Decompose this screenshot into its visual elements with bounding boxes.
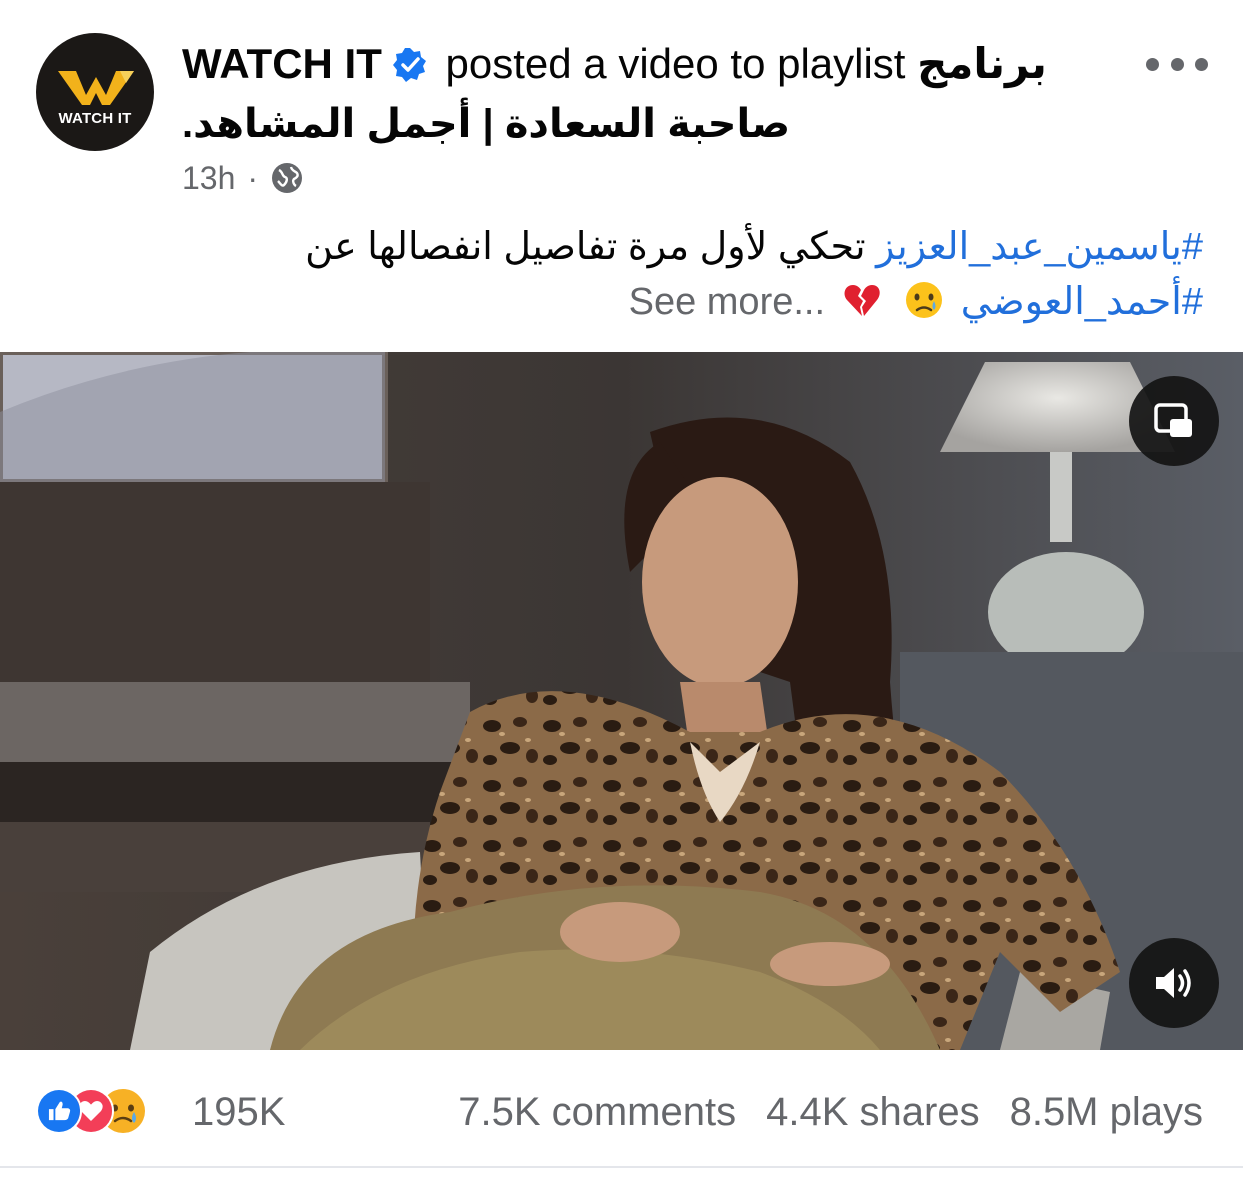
hashtag-link[interactable]: #أحمد_العوضي xyxy=(961,281,1203,323)
meta-separator: · xyxy=(247,159,259,196)
plays-count: 8.5M plays xyxy=(1009,1090,1203,1134)
hashtag-link[interactable]: #ياسمين_عبد_العزيز xyxy=(876,226,1203,268)
reactions-count[interactable]: 195K xyxy=(192,1086,285,1138)
globe-icon[interactable] xyxy=(270,161,304,195)
more-options-button[interactable] xyxy=(1146,48,1208,80)
playlist-link-part2[interactable]: صاحبة السعادة | أجمل المشاهد. xyxy=(182,98,882,150)
more-horizontal-icon xyxy=(1146,57,1159,71)
caption-line-2: #أحمد_العوضي See more... xyxy=(103,277,1203,327)
speaker-volume-icon xyxy=(1156,968,1191,998)
engagement-counts: 7.5K comments 4.4K shares 8.5M plays xyxy=(458,1086,1203,1138)
sound-button[interactable] xyxy=(1129,938,1219,1028)
caption-text: تحكي لأول مرة تفاصيل انفصالها عن xyxy=(305,226,866,268)
like-reaction-icon xyxy=(36,1088,82,1134)
post-meta: 13h · xyxy=(182,158,304,198)
playlist-link-part1[interactable]: برنامج xyxy=(917,40,1047,87)
page-name-link[interactable]: WATCH IT xyxy=(182,40,382,87)
caption-line-1: #ياسمين_عبد_العزيز تحكي لأول مرة تفاصيل … xyxy=(103,222,1203,272)
video-frame xyxy=(0,352,1243,1050)
engagement-bar: 195K 7.5K comments 4.4K shares 8.5M play… xyxy=(0,1050,1243,1168)
post-header: WATCH IT WATCH IT posted a video to play… xyxy=(0,0,1243,200)
post-title-line: WATCH IT posted a video to playlist برنا… xyxy=(182,38,1122,90)
shares-count[interactable]: 4.4K shares xyxy=(766,1086,979,1138)
page-avatar[interactable]: WATCH IT xyxy=(36,33,154,151)
avatar-label: WATCH IT xyxy=(58,110,132,127)
verified-badge-icon xyxy=(392,48,426,82)
picture-in-picture-button[interactable] xyxy=(1129,376,1219,466)
picture-in-picture-icon xyxy=(1154,403,1192,437)
post-timestamp[interactable]: 13h xyxy=(182,160,235,197)
reaction-icons[interactable] xyxy=(36,1088,186,1136)
watch-it-logo-icon xyxy=(58,71,134,105)
broken-heart-emoji xyxy=(844,285,880,316)
crying-face-emoji xyxy=(906,282,943,318)
video-player[interactable] xyxy=(0,352,1243,1050)
see-more-link[interactable]: See more... xyxy=(629,281,825,323)
action-text: posted a video to playlist xyxy=(445,40,906,87)
comments-count[interactable]: 7.5K comments xyxy=(458,1086,736,1138)
